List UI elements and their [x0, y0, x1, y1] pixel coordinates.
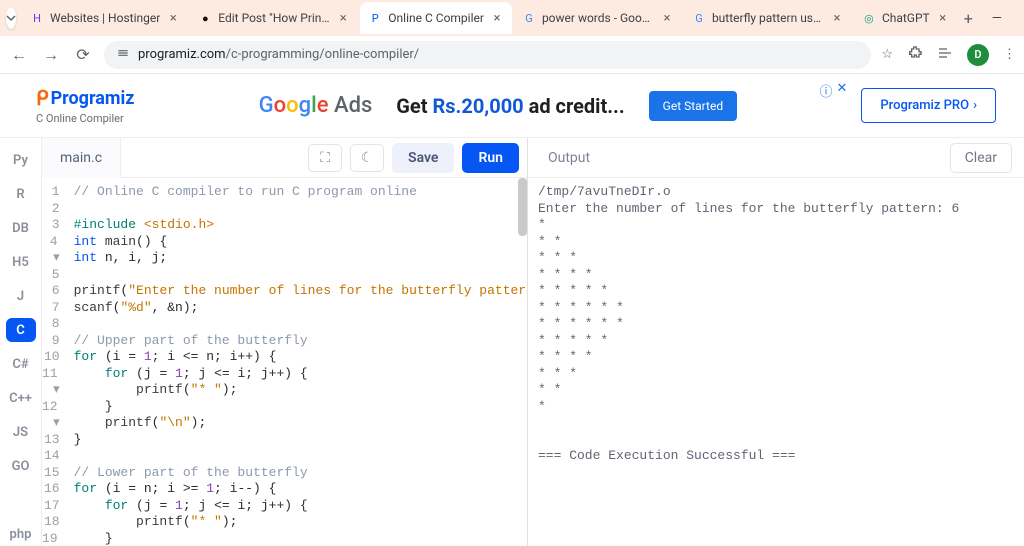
extensions-button[interactable]	[907, 45, 923, 65]
lang-js-button[interactable]: JS	[6, 420, 36, 444]
tab-favicon: H	[30, 11, 44, 25]
language-sidebar: Py R DB H5 JC C# C++ JS GO php	[0, 138, 42, 546]
tab-close-icon[interactable]: ×	[490, 11, 504, 25]
minimize-button[interactable]: —	[975, 0, 1019, 36]
tab-favicon: G	[692, 11, 706, 25]
ad-close-icon[interactable]: ✕	[836, 81, 847, 100]
new-tab-button[interactable]: +	[964, 6, 973, 30]
output-text[interactable]: /tmp/7avuTneDIr.o Enter the number of li…	[528, 178, 1024, 546]
editor-scrollbar[interactable]	[518, 178, 527, 236]
brand-block[interactable]: ᑭProgramiz C Online Compiler	[36, 86, 134, 125]
output-pane: Output Clear /tmp/7avuTneDIr.o Enter the…	[528, 138, 1024, 546]
tab-title: ChatGPT	[882, 11, 930, 25]
lang-go-button[interactable]: GO	[6, 454, 36, 478]
window-controls: — ▢ ✕	[975, 0, 1024, 36]
brand-name: Programiz	[51, 88, 135, 109]
tab-title: Online C Compiler	[388, 11, 484, 25]
lang-c++-button[interactable]: C++	[6, 386, 36, 410]
ad-headline: Get Rs.20,000 ad credit...	[396, 94, 624, 118]
tab-strip: H Websites | Hostinger × ● Edit Post "How Pr…	[0, 0, 1024, 36]
tab-close-icon[interactable]: ×	[936, 11, 950, 25]
browser-tab[interactable]: Gpower words - Goog… ×	[514, 2, 682, 34]
browser-tab[interactable]: P Online C Compiler ×	[360, 2, 512, 34]
ad-cta-button[interactable]: Get Started	[649, 91, 737, 121]
forward-button[interactable]: →	[40, 44, 62, 66]
tab-close-icon[interactable]: ×	[660, 11, 674, 25]
google-ads-logo[interactable]: Google Ads	[259, 93, 373, 118]
lang-rust-button[interactable]	[6, 488, 36, 512]
tabs-dropdown[interactable]	[6, 7, 16, 29]
browser-tab[interactable]: ◎ ChatGPT ×	[854, 2, 958, 34]
address-bar: ← → ⟳ programiz.com/c-programming/online…	[0, 36, 1024, 74]
tab-title: butterfly pattern usin…	[712, 11, 824, 25]
lang-h5-button[interactable]: H5	[6, 250, 36, 274]
browser-tab[interactable]: H Websites | Hostinger ×	[22, 2, 188, 34]
url-path: /c-programming/online-compiler/	[226, 47, 420, 62]
brand-accent-icon: ᑭ	[36, 86, 49, 110]
clear-output-button[interactable]: Clear	[950, 143, 1012, 173]
browser-chrome: H Websites | Hostinger × ● Edit Post "How Pr…	[0, 0, 1024, 74]
url-input[interactable]: programiz.com/c-programming/online-compi…	[104, 41, 871, 69]
run-button[interactable]: Run	[462, 143, 519, 173]
page-header: ᑭProgramiz C Online Compiler ⓘ ✕ Google …	[0, 74, 1024, 138]
lang-c-button[interactable]: C	[6, 318, 36, 342]
programiz-pro-button[interactable]: Programiz PRO›	[861, 88, 996, 123]
tab-favicon: ◎	[862, 11, 876, 25]
editor-file-tab[interactable]: main.c	[42, 138, 121, 178]
tab-favicon: G	[522, 11, 536, 25]
lang-j-button[interactable]: J	[6, 284, 36, 308]
output-toolbar: Output Clear	[528, 138, 1024, 178]
browser-tab[interactable]: Gbutterfly pattern usin… ×	[684, 2, 852, 34]
reading-list-button[interactable]	[937, 45, 953, 65]
workspace: Py R DB H5 JC C# C++ JS GO php main.c ⛶ ☾ Save Ru…	[0, 138, 1024, 546]
tab-favicon: P	[368, 11, 382, 25]
chrome-menu-button[interactable]: ⋮	[1003, 47, 1016, 62]
tab-close-icon[interactable]: ×	[830, 11, 844, 25]
lang-c#-button[interactable]: C#	[6, 352, 36, 376]
lang-db-button[interactable]: DB	[6, 216, 36, 240]
tab-title: power words - Goog…	[542, 11, 654, 25]
output-title: Output	[540, 150, 598, 166]
theme-toggle-button[interactable]: ☾	[350, 144, 384, 172]
lang-r-button[interactable]: R	[6, 182, 36, 206]
tab-favicon: ●	[198, 11, 212, 25]
bookmark-button[interactable]: ☆	[881, 47, 893, 62]
profile-avatar[interactable]: D	[967, 44, 989, 66]
browser-tab[interactable]: ● Edit Post "How Print … ×	[190, 2, 358, 34]
maximize-button[interactable]: ▢	[1019, 0, 1024, 36]
site-info-icon[interactable]	[116, 46, 130, 64]
chevron-down-icon	[6, 13, 16, 23]
reload-button[interactable]: ⟳	[72, 44, 94, 66]
fullscreen-button[interactable]: ⛶	[308, 144, 342, 172]
tab-title: Websites | Hostinger	[50, 11, 160, 25]
tab-close-icon[interactable]: ×	[166, 11, 180, 25]
lang-php-button[interactable]: php	[6, 522, 36, 546]
ad-controls: ⓘ ✕	[819, 81, 847, 100]
lang-py-button[interactable]: Py	[6, 148, 36, 172]
tab-close-icon[interactable]: ×	[336, 11, 350, 25]
ad-banner: ⓘ ✕ Google Ads Get Rs.20,000 ad credit..…	[154, 91, 841, 121]
code-editor[interactable]: 1 2 3 4 ▾ 5 6 7 8 9 10 11 ▾ 12 ▾ 13 14 1…	[42, 178, 527, 546]
back-button[interactable]: ←	[8, 44, 30, 66]
save-button[interactable]: Save	[392, 143, 454, 173]
editor-toolbar: main.c ⛶ ☾ Save Run	[42, 138, 527, 178]
ad-info-icon[interactable]: ⓘ	[819, 81, 832, 100]
brand-subtitle: C Online Compiler	[36, 112, 134, 125]
url-host: programiz.com	[138, 47, 226, 62]
editor-pane: main.c ⛶ ☾ Save Run 1 2 3 4 ▾ 5 6 7 8 9 …	[42, 138, 528, 546]
tab-title: Edit Post "How Print …	[218, 11, 330, 25]
chevron-right-icon: ›	[973, 98, 977, 113]
